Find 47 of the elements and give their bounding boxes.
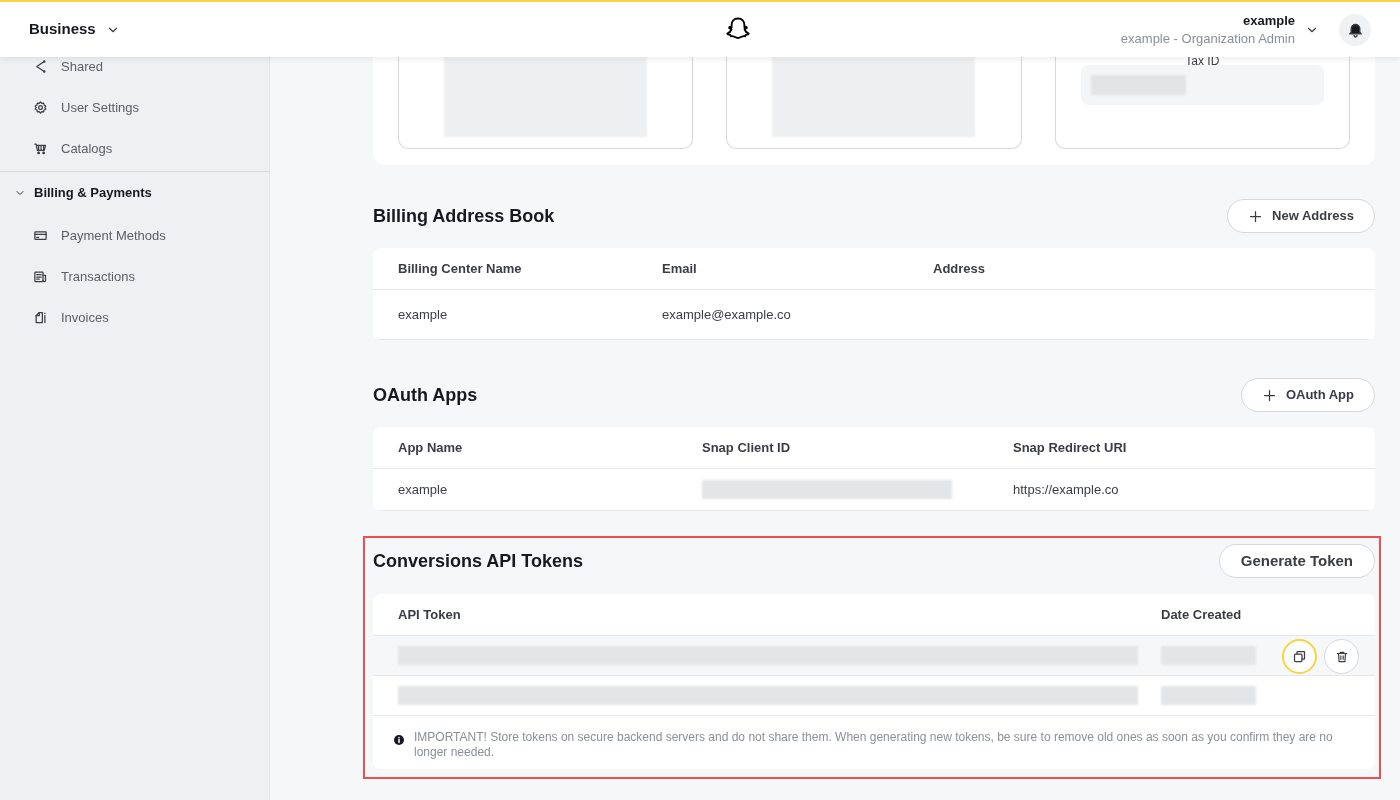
sidebar-item[interactable]: User Settings [0, 87, 269, 128]
info-icon [393, 734, 405, 746]
user-name: example [1242, 11, 1295, 30]
section-title: Billing Address Book [373, 204, 555, 228]
column-header: Email [662, 259, 698, 278]
column-header: Address [933, 259, 987, 278]
table-cell-text: example@example.co [662, 305, 792, 324]
column-header: Snap Redirect URI [1013, 438, 1128, 457]
column-header: API Token [398, 605, 462, 624]
add-button[interactable]: New Address [1227, 199, 1375, 233]
plus-icon [1248, 208, 1264, 224]
sidebar-section-header[interactable]: Billing & Payments [0, 172, 269, 214]
trash-icon [1334, 649, 1349, 664]
field-label: Tax ID [1185, 57, 1220, 65]
document-icon [33, 310, 48, 325]
sidebar-item[interactable]: Payment Methods [0, 215, 269, 256]
copy-icon [1292, 649, 1307, 664]
column-header: Billing Center Name [398, 259, 523, 278]
copy-button[interactable] [1282, 639, 1317, 674]
receipt-icon [33, 269, 48, 284]
sidebar-item[interactable]: Shared [0, 57, 269, 87]
account-menu[interactable]: example example - Organization Admin [1120, 11, 1319, 48]
user-role: example - Organization Admin [1120, 29, 1295, 48]
warning-note: IMPORTANT! Store tokens on secure backend servers and do not share them. When generating new tokens, be sure to remove old ones as soon as you confirm they are no longer needed. [414, 729, 1334, 760]
table-cell-text: https://example.co [1013, 480, 1120, 499]
add-button[interactable]: OAuth App [1240, 378, 1375, 412]
sidebar-item[interactable]: Catalogs [0, 128, 269, 169]
sidebar-item[interactable]: Transactions [0, 256, 269, 297]
section-title: OAuth Apps [373, 383, 478, 407]
section-title: Conversions API Tokens [373, 549, 584, 573]
bell-icon [1346, 21, 1364, 38]
column-header: Snap Client ID [702, 438, 792, 457]
tax-id-field[interactable] [1080, 65, 1324, 105]
table-cell-text: example [398, 480, 449, 499]
column-header: Date Created [1161, 605, 1243, 624]
generate-button[interactable]: Generate Token [1218, 544, 1375, 578]
notifications-button[interactable] [1339, 13, 1371, 46]
credit-card-icon [33, 228, 48, 243]
cart-icon [33, 141, 48, 156]
business-menu[interactable]: Business [29, 18, 120, 41]
column-header: App Name [398, 438, 464, 457]
settings-icon [33, 100, 48, 115]
plus-icon [1261, 387, 1277, 403]
share-icon [33, 59, 48, 74]
sidebar-item[interactable]: Invoices [0, 297, 269, 338]
table-cell-text: example [398, 305, 449, 324]
delete-button[interactable] [1324, 639, 1359, 674]
